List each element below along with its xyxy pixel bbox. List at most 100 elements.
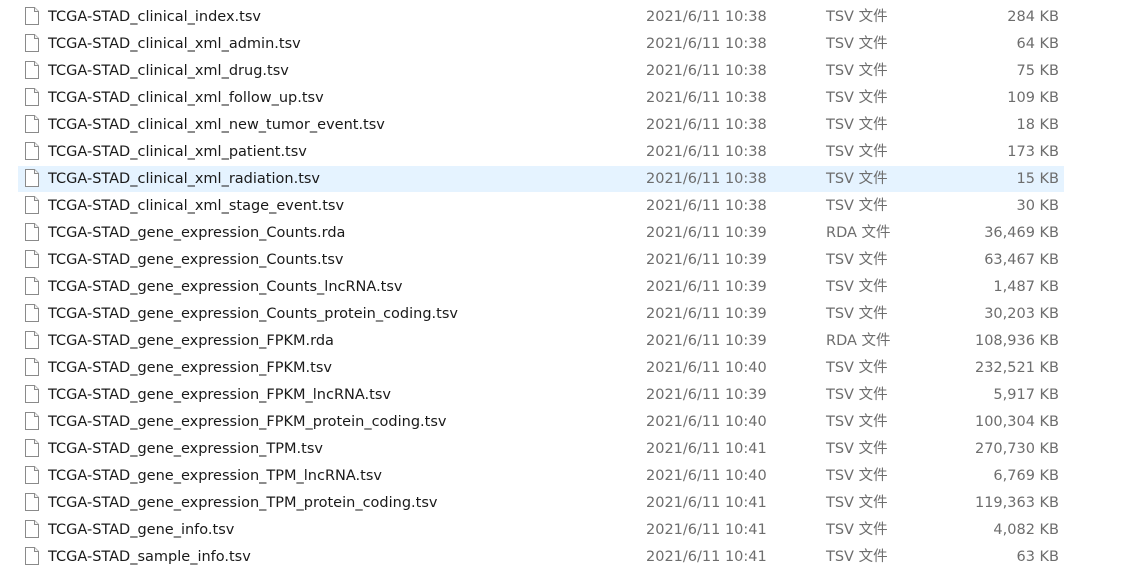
- file-row[interactable]: TCGA-STAD_clinical_xml_admin.tsv 2021/6/…: [0, 31, 1132, 58]
- file-name: TCGA-STAD_gene_expression_Counts_lncRNA.…: [48, 279, 403, 295]
- file-modified-date: 2021/6/11 10:38: [646, 9, 767, 25]
- document-icon: [25, 169, 39, 187]
- file-modified-date: 2021/6/11 10:38: [646, 36, 767, 52]
- file-modified-date: 2021/6/11 10:41: [646, 441, 767, 457]
- file-size: 6,769 KB: [993, 468, 1059, 484]
- file-modified-date: 2021/6/11 10:39: [646, 279, 767, 295]
- file-size: 36,469 KB: [984, 225, 1059, 241]
- file-row[interactable]: TCGA-STAD_gene_info.tsv 2021/6/11 10:41 …: [0, 517, 1132, 544]
- file-size: 75 KB: [1016, 63, 1059, 79]
- file-type: TSV 文件: [826, 549, 888, 565]
- file-name: TCGA-STAD_gene_expression_TPM_protein_co…: [48, 495, 438, 511]
- file-type: TSV 文件: [826, 414, 888, 430]
- file-size: 5,917 KB: [993, 387, 1059, 403]
- file-type: RDA 文件: [826, 333, 891, 349]
- file-size: 63 KB: [1016, 549, 1059, 565]
- document-icon: [25, 493, 39, 511]
- document-icon: [25, 547, 39, 565]
- file-size: 100,304 KB: [974, 414, 1059, 430]
- file-type: TSV 文件: [826, 144, 888, 160]
- file-type: TSV 文件: [826, 387, 888, 403]
- file-list: TCGA-STAD_clinical_index.tsv 2021/6/11 1…: [0, 0, 1132, 587]
- file-modified-date: 2021/6/11 10:38: [646, 117, 767, 133]
- file-type: TSV 文件: [826, 441, 888, 457]
- document-icon: [25, 142, 39, 160]
- file-row[interactable]: TCGA-STAD_gene_expression_Counts_lncRNA.…: [0, 274, 1132, 301]
- file-modified-date: 2021/6/11 10:40: [646, 360, 767, 376]
- file-row[interactable]: TCGA-STAD_clinical_xml_patient.tsv 2021/…: [0, 139, 1132, 166]
- file-row[interactable]: TCGA-STAD_clinical_xml_new_tumor_event.t…: [0, 112, 1132, 139]
- file-modified-date: 2021/6/11 10:41: [646, 495, 767, 511]
- file-size: 1,487 KB: [993, 279, 1059, 295]
- file-row[interactable]: TCGA-STAD_clinical_index.tsv 2021/6/11 1…: [0, 4, 1132, 31]
- file-name: TCGA-STAD_gene_expression_FPKM_lncRNA.ts…: [48, 387, 391, 403]
- file-row[interactable]: TCGA-STAD_gene_expression_Counts.rda 202…: [0, 220, 1132, 247]
- file-size: 232,521 KB: [974, 360, 1059, 376]
- file-size: 63,467 KB: [984, 252, 1059, 268]
- file-name: TCGA-STAD_clinical_xml_drug.tsv: [48, 63, 289, 79]
- document-icon: [25, 88, 39, 106]
- file-type: RDA 文件: [826, 225, 891, 241]
- file-modified-date: 2021/6/11 10:39: [646, 252, 767, 268]
- file-type: TSV 文件: [826, 117, 888, 133]
- file-row[interactable]: TCGA-STAD_gene_expression_FPKM.rda 2021/…: [0, 328, 1132, 355]
- file-row[interactable]: TCGA-STAD_clinical_xml_stage_event.tsv 2…: [0, 193, 1132, 220]
- file-type: TSV 文件: [826, 279, 888, 295]
- file-row[interactable]: TCGA-STAD_clinical_xml_follow_up.tsv 202…: [0, 85, 1132, 112]
- file-size: 30,203 KB: [984, 306, 1059, 322]
- file-name: TCGA-STAD_clinical_xml_admin.tsv: [48, 36, 301, 52]
- file-size: 15 KB: [1016, 171, 1059, 187]
- document-icon: [25, 358, 39, 376]
- file-row[interactable]: TCGA-STAD_gene_expression_TPM_protein_co…: [0, 490, 1132, 517]
- file-name: TCGA-STAD_gene_expression_Counts.rda: [48, 225, 346, 241]
- document-icon: [25, 385, 39, 403]
- document-icon: [25, 466, 39, 484]
- file-type: TSV 文件: [826, 252, 888, 268]
- file-type: TSV 文件: [826, 171, 888, 187]
- file-name: TCGA-STAD_gene_expression_Counts_protein…: [48, 306, 458, 322]
- file-row[interactable]: TCGA-STAD_gene_expression_Counts_protein…: [0, 301, 1132, 328]
- document-icon: [25, 250, 39, 268]
- file-type: TSV 文件: [826, 495, 888, 511]
- file-name: TCGA-STAD_gene_expression_FPKM_protein_c…: [48, 414, 447, 430]
- document-icon: [25, 277, 39, 295]
- file-type: TSV 文件: [826, 63, 888, 79]
- document-icon: [25, 115, 39, 133]
- file-row[interactable]: TCGA-STAD_gene_expression_FPKM_protein_c…: [0, 409, 1132, 436]
- file-size: 173 KB: [1007, 144, 1059, 160]
- file-name: TCGA-STAD_clinical_xml_patient.tsv: [48, 144, 307, 160]
- document-icon: [25, 7, 39, 25]
- file-size: 18 KB: [1016, 117, 1059, 133]
- file-row[interactable]: TCGA-STAD_gene_expression_FPKM_lncRNA.ts…: [0, 382, 1132, 409]
- file-size: 4,082 KB: [993, 522, 1059, 538]
- file-modified-date: 2021/6/11 10:39: [646, 225, 767, 241]
- file-row[interactable]: TCGA-STAD_gene_expression_FPKM.tsv 2021/…: [0, 355, 1132, 382]
- document-icon: [25, 520, 39, 538]
- file-row[interactable]: TCGA-STAD_clinical_xml_drug.tsv 2021/6/1…: [0, 58, 1132, 85]
- file-row[interactable]: TCGA-STAD_gene_expression_Counts.tsv 202…: [0, 247, 1132, 274]
- file-modified-date: 2021/6/11 10:41: [646, 549, 767, 565]
- file-type: TSV 文件: [826, 90, 888, 106]
- file-size: 270,730 KB: [974, 441, 1059, 457]
- file-modified-date: 2021/6/11 10:40: [646, 414, 767, 430]
- file-name: TCGA-STAD_clinical_xml_radiation.tsv: [48, 171, 321, 187]
- file-size: 64 KB: [1016, 36, 1059, 52]
- file-row[interactable]: TCGA-STAD_sample_info.tsv 2021/6/11 10:4…: [0, 544, 1132, 571]
- file-name: TCGA-STAD_sample_info.tsv: [48, 549, 251, 565]
- file-name: TCGA-STAD_clinical_index.tsv: [48, 9, 261, 25]
- file-row[interactable]: TCGA-STAD_clinical_xml_radiation.tsv 202…: [0, 166, 1132, 193]
- file-type: TSV 文件: [826, 468, 888, 484]
- document-icon: [25, 412, 39, 430]
- file-row[interactable]: TCGA-STAD_gene_expression_TPM_lncRNA.tsv…: [0, 463, 1132, 490]
- file-name: TCGA-STAD_gene_expression_Counts.tsv: [48, 252, 344, 268]
- file-type: TSV 文件: [826, 9, 888, 25]
- file-modified-date: 2021/6/11 10:40: [646, 468, 767, 484]
- file-type: TSV 文件: [826, 306, 888, 322]
- file-modified-date: 2021/6/11 10:38: [646, 63, 767, 79]
- file-row[interactable]: TCGA-STAD_gene_expression_TPM.tsv 2021/6…: [0, 436, 1132, 463]
- document-icon: [25, 223, 39, 241]
- document-icon: [25, 196, 39, 214]
- file-name: TCGA-STAD_clinical_xml_new_tumor_event.t…: [48, 117, 385, 133]
- document-icon: [25, 439, 39, 457]
- file-modified-date: 2021/6/11 10:39: [646, 306, 767, 322]
